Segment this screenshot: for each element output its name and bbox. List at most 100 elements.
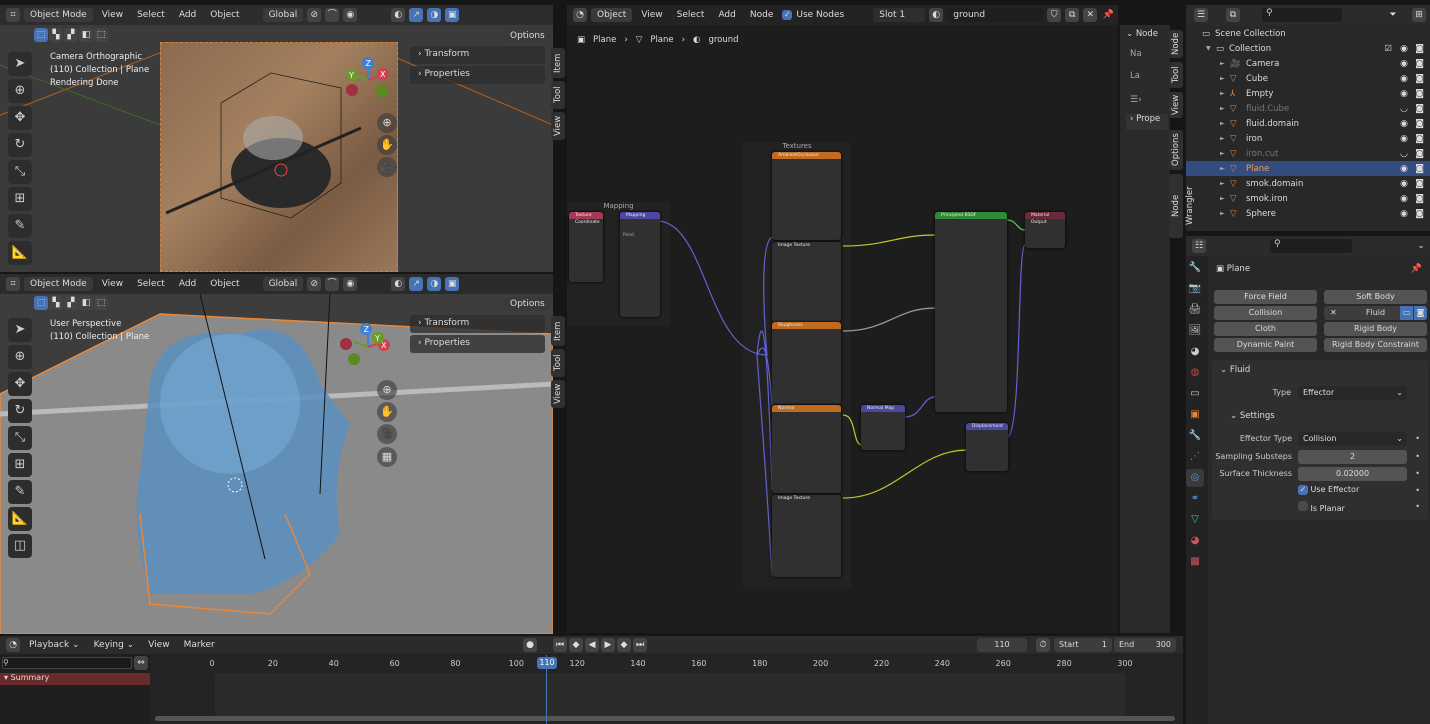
tab-view[interactable]: View: [551, 380, 565, 408]
editor-type-icon[interactable]: ⌗: [6, 277, 20, 291]
jump-start-icon[interactable]: ⏮: [553, 638, 567, 652]
pan-hand-icon[interactable]: ✋: [377, 402, 397, 422]
play-icon[interactable]: ▶: [601, 638, 615, 652]
node-texture-coordinate[interactable]: Texture Coordinate: [569, 212, 603, 282]
outliner-item[interactable]: ► ▽ smok.iron ◉ ◙: [1186, 191, 1430, 206]
visibility-icon[interactable]: ◐: [391, 8, 406, 22]
viewport-toggle-icon[interactable]: ▭: [1400, 306, 1413, 320]
tab-view[interactable]: View: [551, 112, 565, 140]
collection-row[interactable]: ▼ ▭ Collection ☑ ◉ ◙: [1186, 41, 1430, 56]
zoom-icon[interactable]: ⊕: [377, 113, 397, 133]
orientation-dropdown[interactable]: Global: [262, 8, 304, 22]
menu-object[interactable]: Object: [205, 279, 244, 289]
select-subtract-icon[interactable]: ▞: [64, 28, 78, 42]
transform-panel[interactable]: › Transform: [410, 46, 545, 64]
select-intersect-icon[interactable]: ⬚: [94, 28, 108, 42]
list-icon[interactable]: ☰›: [1130, 95, 1142, 105]
tool-tab-icon[interactable]: 🔧: [1186, 259, 1204, 277]
zoom-icon[interactable]: ⊕: [377, 380, 397, 400]
editor-type-icon[interactable]: ☷: [1192, 239, 1206, 253]
transform-panel[interactable]: › Transform: [410, 315, 545, 333]
select-invert-icon[interactable]: ◧: [79, 28, 93, 42]
rotate-tool-icon[interactable]: ↻: [8, 133, 32, 157]
proportional-icon[interactable]: ◉: [343, 8, 358, 22]
move-tool-icon[interactable]: ✥: [8, 106, 32, 130]
annotate-tool-icon[interactable]: ✎: [8, 214, 32, 238]
menu-object[interactable]: Object: [205, 10, 244, 20]
render-camera-icon[interactable]: ◙: [1415, 209, 1424, 219]
type-dropdown[interactable]: Effector ⌄: [1298, 386, 1407, 400]
scale-tool-icon[interactable]: ⤡: [8, 426, 32, 450]
node-image-texture[interactable]: Normal: [772, 405, 841, 493]
is-planar-checkbox[interactable]: [1298, 501, 1308, 511]
select-subtract-icon[interactable]: ▞: [64, 296, 78, 310]
modifier-tab-icon[interactable]: 🔧: [1186, 427, 1204, 445]
next-keyframe-icon[interactable]: ◆: [617, 638, 631, 652]
menu-marker[interactable]: Marker: [179, 640, 220, 650]
options-chevron-icon[interactable]: ⌄: [1414, 239, 1428, 253]
shader-node-editor[interactable]: ◔ Object View Select Add Node ✓ Use Node…: [567, 5, 1118, 633]
select-box-tool-icon[interactable]: ➤: [8, 52, 32, 76]
eye-closed-icon[interactable]: ◡: [1400, 104, 1408, 114]
outliner-item[interactable]: ► ▽ iron.cut ◡ ◙: [1186, 146, 1430, 161]
properties-panel[interactable]: › Properties: [410, 335, 545, 353]
keyframe-dot-icon[interactable]: •: [1415, 434, 1420, 443]
top-viewport[interactable]: ⌗ Object Mode View Select Add Object Glo…: [0, 5, 553, 272]
summary-channel[interactable]: ▾ Summary: [0, 673, 150, 685]
render-camera-icon[interactable]: ◙: [1415, 149, 1424, 159]
constraints-tab-icon[interactable]: ⚭: [1186, 490, 1204, 508]
is-planar-row[interactable]: Is Planar: [1298, 501, 1345, 513]
outliner-item[interactable]: ► ▽ Plane ◉ ◙: [1186, 161, 1430, 176]
eye-icon[interactable]: ◉: [1400, 89, 1408, 99]
cloth-button[interactable]: Cloth: [1214, 322, 1317, 336]
thickness-field[interactable]: 0.02000: [1298, 467, 1407, 481]
render-toggle-icon[interactable]: ◙: [1414, 306, 1427, 320]
substeps-field[interactable]: 2: [1298, 450, 1407, 464]
scale-tool-icon[interactable]: ⤡: [8, 160, 32, 184]
orientation-dropdown[interactable]: Global: [262, 277, 304, 291]
world-tab-icon[interactable]: ◍: [1186, 364, 1204, 382]
menu-select[interactable]: Select: [132, 10, 170, 20]
keyframe-dot-icon[interactable]: •: [1415, 452, 1420, 461]
output-tab-icon[interactable]: 🖨: [1186, 301, 1204, 319]
render-camera-icon[interactable]: ◙: [1415, 119, 1424, 129]
measure-tool-icon[interactable]: 📐: [8, 507, 32, 531]
select-box-tool-icon[interactable]: ➤: [8, 318, 32, 342]
jump-end-icon[interactable]: ⏭: [633, 638, 647, 652]
gizmo-icon[interactable]: ↗: [409, 8, 424, 22]
editor-type-icon[interactable]: ◔: [6, 638, 20, 652]
eye-icon[interactable]: ◉: [1400, 44, 1408, 54]
node-image-texture[interactable]: Image Texture: [772, 495, 841, 577]
rigid-body-constraint-button[interactable]: Rigid Body Constraint: [1324, 338, 1427, 352]
render-camera-icon[interactable]: ◙: [1415, 164, 1424, 174]
horizontal-scrollbar[interactable]: [155, 716, 1175, 721]
editor-type-icon[interactable]: ⌗: [6, 8, 20, 22]
playhead-frame-badge[interactable]: 110: [537, 657, 557, 669]
menu-add[interactable]: Add: [174, 279, 201, 289]
keyframe-dot-icon[interactable]: •: [1415, 502, 1420, 511]
node-image-texture[interactable]: Image Texture: [772, 242, 841, 322]
dynamic-paint-button[interactable]: Dynamic Paint: [1214, 338, 1317, 352]
render-camera-icon[interactable]: ◙: [1415, 89, 1424, 99]
select-mode-buttons[interactable]: ⬚ ▚ ▞ ◧ ⬚: [34, 28, 108, 42]
scene-tab-icon[interactable]: ◕: [1186, 343, 1204, 361]
use-effector-checkbox[interactable]: ✓: [1298, 485, 1308, 495]
tab-node[interactable]: Node: [1169, 30, 1183, 58]
select-new-icon[interactable]: ⬚: [34, 296, 48, 310]
options-dropdown[interactable]: Options: [504, 29, 551, 43]
pivot-icon[interactable]: ⊘: [307, 8, 322, 22]
render-camera-icon[interactable]: ◙: [1415, 59, 1424, 69]
select-mode-buttons[interactable]: ⬚ ▚ ▞ ◧ ⬚: [34, 296, 108, 310]
node-material-output[interactable]: Material Output: [1025, 212, 1065, 248]
xray-icon[interactable]: ▣: [445, 8, 460, 22]
render-camera-icon[interactable]: ◙: [1415, 194, 1424, 204]
node-principled-bsdf[interactable]: Principled BSDF: [935, 212, 1007, 412]
select-intersect-icon[interactable]: ⬚: [94, 296, 108, 310]
object-tab-icon[interactable]: ▣: [1186, 406, 1204, 424]
menu-keying[interactable]: Keying ⌄: [89, 640, 140, 650]
outliner-item[interactable]: ► ▽ fluid.domain ◉ ◙: [1186, 116, 1430, 131]
view-layer-tab-icon[interactable]: 🖼: [1186, 322, 1204, 340]
outliner-item[interactable]: ► ▽ Sphere ◉ ◙: [1186, 206, 1430, 221]
node-normal-map[interactable]: Normal Map: [861, 405, 905, 450]
start-frame-field[interactable]: Start 1: [1054, 638, 1112, 652]
